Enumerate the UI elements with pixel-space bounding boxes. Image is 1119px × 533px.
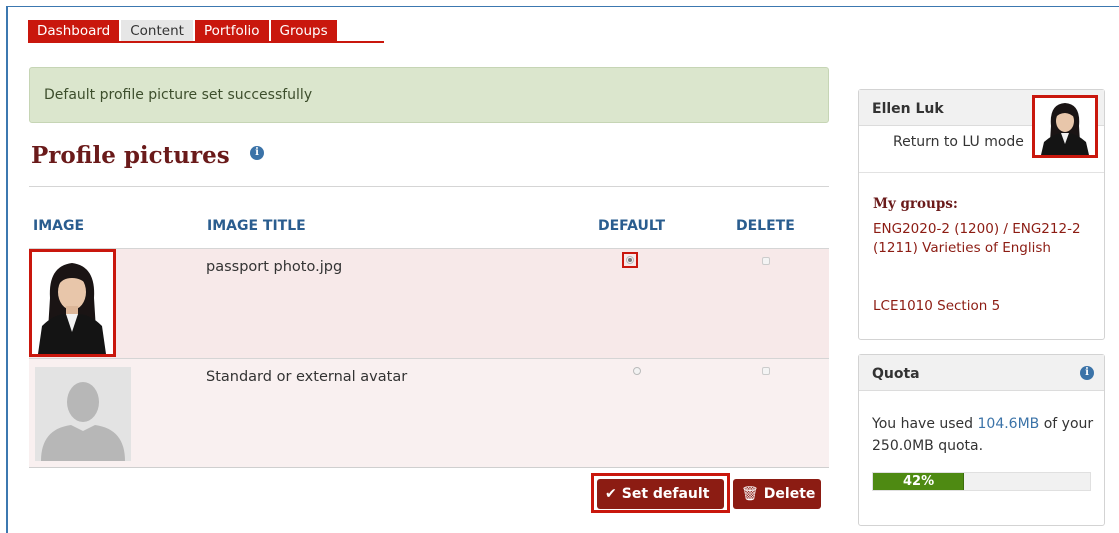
quota-usage-text: You have used 104.6MB of your 250.0MB qu… xyxy=(872,413,1100,457)
success-message-text: Default profile picture set successfully xyxy=(44,87,313,103)
quota-sidebar-card: Quota i You have used 104.6MB of your 25… xyxy=(858,354,1105,526)
sidebar-divider xyxy=(859,172,1104,173)
column-header-delete: DELETE xyxy=(736,218,795,234)
quota-total: 250.0MB xyxy=(872,438,934,454)
quota-header: Quota i xyxy=(859,355,1104,391)
table-row: passport photo.jpg xyxy=(29,248,829,358)
tab-dashboard[interactable]: Dashboard xyxy=(28,20,122,42)
delete-checkbox[interactable] xyxy=(762,367,770,375)
default-radio[interactable] xyxy=(626,256,634,264)
tab-groups[interactable]: Groups xyxy=(270,20,339,42)
column-header-default: DEFAULT xyxy=(598,218,666,234)
page-title: Profile pictures xyxy=(31,142,230,169)
trash-icon: 🗑 xyxy=(741,486,759,502)
page-frame-top xyxy=(6,6,1119,7)
page-frame-left xyxy=(6,6,8,533)
info-icon[interactable]: i xyxy=(1080,366,1094,380)
column-header-image-title: IMAGE TITLE xyxy=(207,218,306,234)
quota-title: Quota xyxy=(872,366,920,382)
success-message: Default profile picture set successfully xyxy=(29,67,829,123)
heading-divider xyxy=(29,186,829,187)
delete-label: Delete xyxy=(763,486,816,502)
return-to-mode-link[interactable]: Return to LU mode xyxy=(893,134,1041,150)
quota-text-prefix: You have used xyxy=(872,416,978,432)
groups-title: My groups: xyxy=(873,196,958,212)
image-title: Standard or external avatar xyxy=(206,369,408,385)
tabs-underline xyxy=(28,41,384,43)
info-icon[interactable]: i xyxy=(250,146,264,160)
delete-button[interactable]: 🗑 Delete xyxy=(733,479,821,509)
quota-text-mid: of your xyxy=(1039,416,1094,432)
tab-content[interactable]: Content xyxy=(121,20,195,42)
quota-text-suffix: quota. xyxy=(933,438,984,454)
tab-portfolio[interactable]: Portfolio xyxy=(194,20,271,42)
quota-percent-label: 42% xyxy=(903,474,935,489)
portrait-photo-icon xyxy=(32,252,113,354)
portrait-avatar-icon xyxy=(1035,98,1095,155)
quota-used-link[interactable]: 104.6MB xyxy=(978,416,1040,432)
table-row: Standard or external avatar xyxy=(29,358,829,468)
set-default-label: Set default xyxy=(621,486,710,502)
group-link-lce1010[interactable]: LCE1010 Section 5 xyxy=(873,297,1098,316)
main-nav-tabs: Dashboard Content Portfolio Groups xyxy=(28,20,339,42)
group-link-eng2020[interactable]: ENG2020-2 (1200) / ENG212-2 (1211) Varie… xyxy=(873,220,1098,258)
user-silhouette-icon xyxy=(35,367,131,461)
quota-progress-bar: 42% xyxy=(872,472,1091,491)
set-default-button[interactable]: ✔ Set default xyxy=(597,479,724,509)
user-avatar[interactable] xyxy=(1032,95,1098,158)
image-title: passport photo.jpg xyxy=(206,259,343,275)
delete-checkbox[interactable] xyxy=(762,257,770,265)
default-avatar-thumbnail[interactable] xyxy=(35,367,131,461)
checkmark-icon: ✔ xyxy=(605,486,617,502)
profile-photo-thumbnail[interactable] xyxy=(29,249,116,357)
default-radio[interactable] xyxy=(633,367,641,375)
column-header-image: IMAGE xyxy=(33,218,85,234)
